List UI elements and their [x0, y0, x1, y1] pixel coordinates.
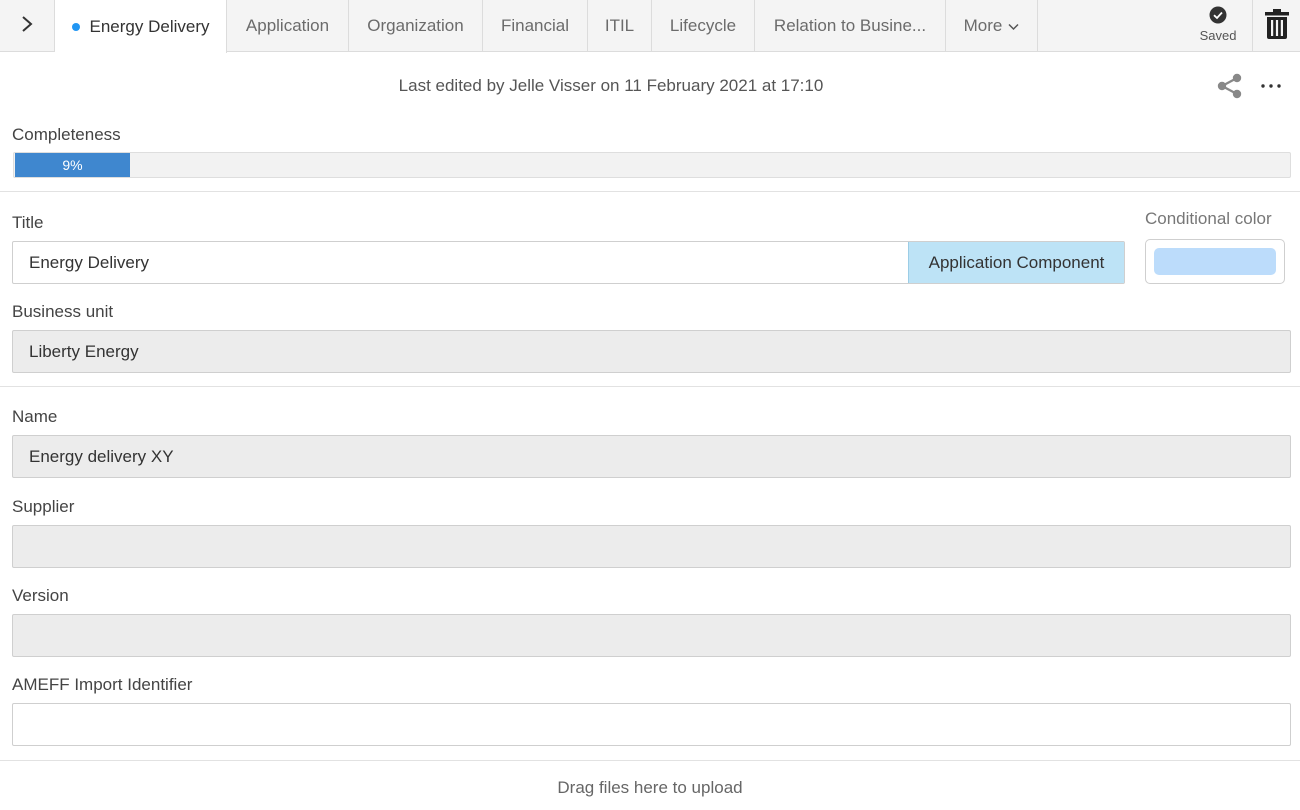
tab-label: Energy Delivery	[89, 16, 210, 36]
section-divider	[0, 386, 1300, 387]
title-field[interactable]: Energy Delivery Application Component	[12, 241, 1125, 284]
tab-more[interactable]: More	[946, 0, 1038, 52]
chevron-right-icon	[20, 15, 34, 38]
completeness-progress-fill: 9%	[15, 153, 130, 177]
ameff-identifier-label: AMEFF Import Identifier	[12, 675, 193, 694]
name-label: Name	[12, 407, 58, 426]
business-unit-value: Liberty Energy	[29, 341, 139, 361]
tab-financial[interactable]: Financial	[483, 0, 588, 52]
saved-label: Saved	[1199, 28, 1237, 43]
name-value: Energy delivery XY	[29, 446, 174, 466]
share-button[interactable]	[1216, 72, 1244, 105]
tab-label: Relation to Busine...	[773, 16, 927, 35]
saved-status: Saved	[1194, 6, 1242, 43]
active-dot-icon	[71, 22, 80, 31]
business-unit-label: Business unit	[12, 302, 114, 321]
tab-label: Organization	[367, 16, 464, 35]
completeness-progress-bar: 9%	[13, 152, 1291, 178]
conditional-color-picker[interactable]	[1145, 239, 1285, 284]
trash-icon	[1264, 8, 1290, 45]
ameff-identifier-field[interactable]	[12, 703, 1291, 746]
business-unit-field[interactable]: Liberty Energy	[12, 330, 1291, 373]
tab-label: ITIL	[604, 16, 635, 35]
last-edited-text: Last edited by Jelle Visser on 11 Februa…	[398, 76, 824, 95]
delete-button[interactable]	[1252, 0, 1300, 52]
section-divider	[0, 191, 1300, 192]
tab-energy-delivery[interactable]: Energy Delivery	[55, 0, 227, 53]
top-bar: Energy Delivery Application Organization…	[0, 0, 1300, 53]
tab-itil[interactable]: ITIL	[588, 0, 652, 52]
supplier-label: Supplier	[12, 497, 75, 516]
more-horizontal-icon	[1259, 83, 1283, 100]
completeness-label: Completeness	[12, 125, 121, 144]
share-icon	[1216, 73, 1244, 104]
conditional-color-label: Conditional color	[1145, 209, 1272, 228]
tab-label: Application	[245, 16, 330, 35]
tab-application[interactable]: Application	[227, 0, 349, 52]
tab-label: Lifecycle	[669, 16, 737, 35]
chevron-down-icon	[1008, 16, 1019, 36]
expand-sidebar-button[interactable]	[0, 0, 55, 52]
version-field[interactable]	[12, 614, 1291, 657]
check-circle-icon	[1209, 6, 1227, 27]
dropzone-text: Drag files here to upload	[557, 778, 743, 797]
title-label: Title	[12, 213, 44, 232]
tab-relation-to-business[interactable]: Relation to Busine...	[755, 0, 946, 52]
tab-organization[interactable]: Organization	[349, 0, 483, 52]
more-options-button[interactable]	[1259, 76, 1283, 101]
type-badge: Application Component	[908, 242, 1124, 283]
completeness-percent: 9%	[62, 157, 83, 173]
tab-lifecycle[interactable]: Lifecycle	[652, 0, 755, 52]
color-swatch	[1154, 248, 1276, 275]
file-dropzone[interactable]: Drag files here to upload	[0, 760, 1300, 810]
tab-label: Financial	[500, 16, 570, 35]
version-label: Version	[12, 586, 69, 605]
name-field[interactable]: Energy delivery XY	[12, 435, 1291, 478]
supplier-field[interactable]	[12, 525, 1291, 568]
tab-label: More	[963, 16, 1003, 35]
title-value: Energy Delivery	[29, 252, 149, 272]
